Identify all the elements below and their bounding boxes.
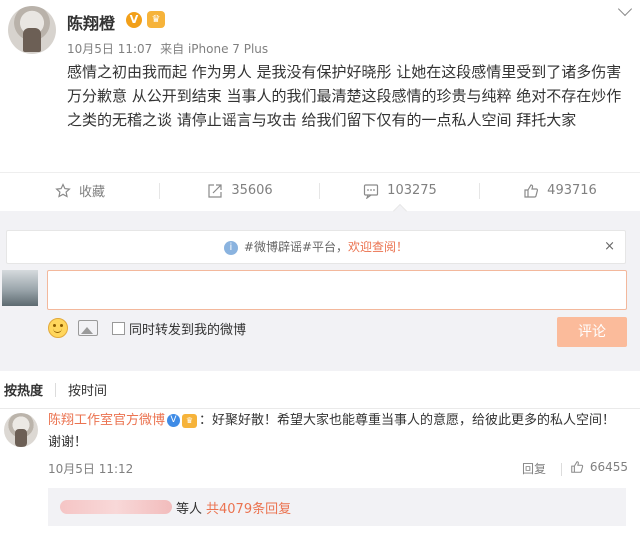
current-user-avatar [2, 270, 38, 306]
author-avatar[interactable] [8, 6, 56, 54]
meta-divider [561, 463, 562, 476]
favorite-label: 收藏 [78, 185, 105, 200]
comment-input[interactable] [47, 270, 627, 310]
blurred-usernames [60, 500, 172, 514]
post-date[interactable]: 10月5日 11:07 [67, 42, 152, 56]
repost-icon [208, 183, 222, 198]
member-crown-icon: ♛ [147, 11, 165, 28]
verified-badge-icon: V [167, 414, 181, 427]
image-icon[interactable] [78, 320, 98, 336]
comment-body: 陈翔工作室官方微博 V ♛ ：好聚好散！希望大家也能尊重当事人的意愿，给彼此更多的私人… [48, 410, 628, 454]
close-icon[interactable]: × [604, 231, 615, 263]
commenter-avatar[interactable] [4, 413, 38, 447]
comment-button[interactable]: 103275 [320, 173, 480, 208]
comment-meta: 10月5日 11:12 回复 66455 [48, 460, 628, 480]
repost-button[interactable]: 35606 [160, 173, 320, 208]
comment-like-button[interactable]: 66455 [570, 460, 628, 474]
member-crown-icon: ♛ [182, 413, 198, 428]
thumbs-up-icon [571, 461, 583, 473]
info-icon: i [223, 240, 238, 255]
post-author-name[interactable]: 陈翔橙 [67, 10, 115, 34]
comment-tools: 同时转发到我的微博 [48, 317, 246, 339]
submit-comment-button[interactable]: 评论 [557, 317, 627, 347]
notice-text[interactable]: #微博辟谣#平台， [244, 240, 348, 254]
verified-badge-icon: V [126, 12, 142, 28]
tab-sort-hot[interactable]: 按热度 [4, 380, 43, 399]
sort-divider [55, 382, 57, 397]
star-icon [55, 182, 71, 198]
like-button[interactable]: 493716 [480, 173, 640, 208]
post-source: 来自 iPhone 7 Plus [160, 42, 269, 56]
comment-count: 103275 [387, 183, 437, 198]
thumbs-up-icon [524, 183, 539, 198]
post-menu-chevron-icon[interactable] [617, 1, 633, 17]
emoji-icon[interactable] [48, 318, 68, 338]
reply-button[interactable]: 回复 [522, 460, 546, 477]
commenter-name[interactable]: 陈翔工作室官方微博 [48, 413, 165, 428]
forward-checkbox[interactable] [112, 321, 125, 335]
rumor-notice-banner: i #微博辟谣#平台，欢迎查阅！ × [6, 230, 626, 264]
comment-sort-tabs: 按热度 按时间 [0, 371, 640, 409]
comment-icon [364, 183, 379, 199]
repost-count: 35606 [231, 183, 273, 198]
comment-panel: i #微博辟谣#平台，欢迎查阅！ × 同时转发到我的微博 评论 [0, 211, 640, 371]
sub-replies-summary[interactable]: 等人 共4079条回复 [48, 488, 626, 526]
forward-label[interactable]: 同时转发到我的微博 [129, 319, 246, 338]
replies-count-link[interactable]: 共4079条回复 [206, 498, 291, 517]
weibo-post: 陈翔橙 V ♛ 10月5日 11:07 来自 iPhone 7 Plus 感情之… [0, 0, 640, 210]
comment-like-count: 66455 [589, 460, 628, 474]
replies-who: 等人 [176, 501, 203, 517]
favorite-button[interactable]: 收藏 [0, 173, 160, 208]
comment-date: 10月5日 11:12 [48, 462, 134, 476]
post-meta: 10月5日 11:07 来自 iPhone 7 Plus [67, 40, 272, 57]
post-text: 感情之初由我而起 作为男人 是我没有保护好晓彤 让她在这段感情里受到了诸多伤害 … [67, 63, 622, 129]
notice-link[interactable]: 欢迎查阅！ [348, 240, 408, 254]
post-actions-bar: 收藏 35606 103275 493716 [0, 172, 640, 208]
like-count: 493716 [547, 183, 597, 198]
tab-sort-time[interactable]: 按时间 [68, 380, 107, 399]
